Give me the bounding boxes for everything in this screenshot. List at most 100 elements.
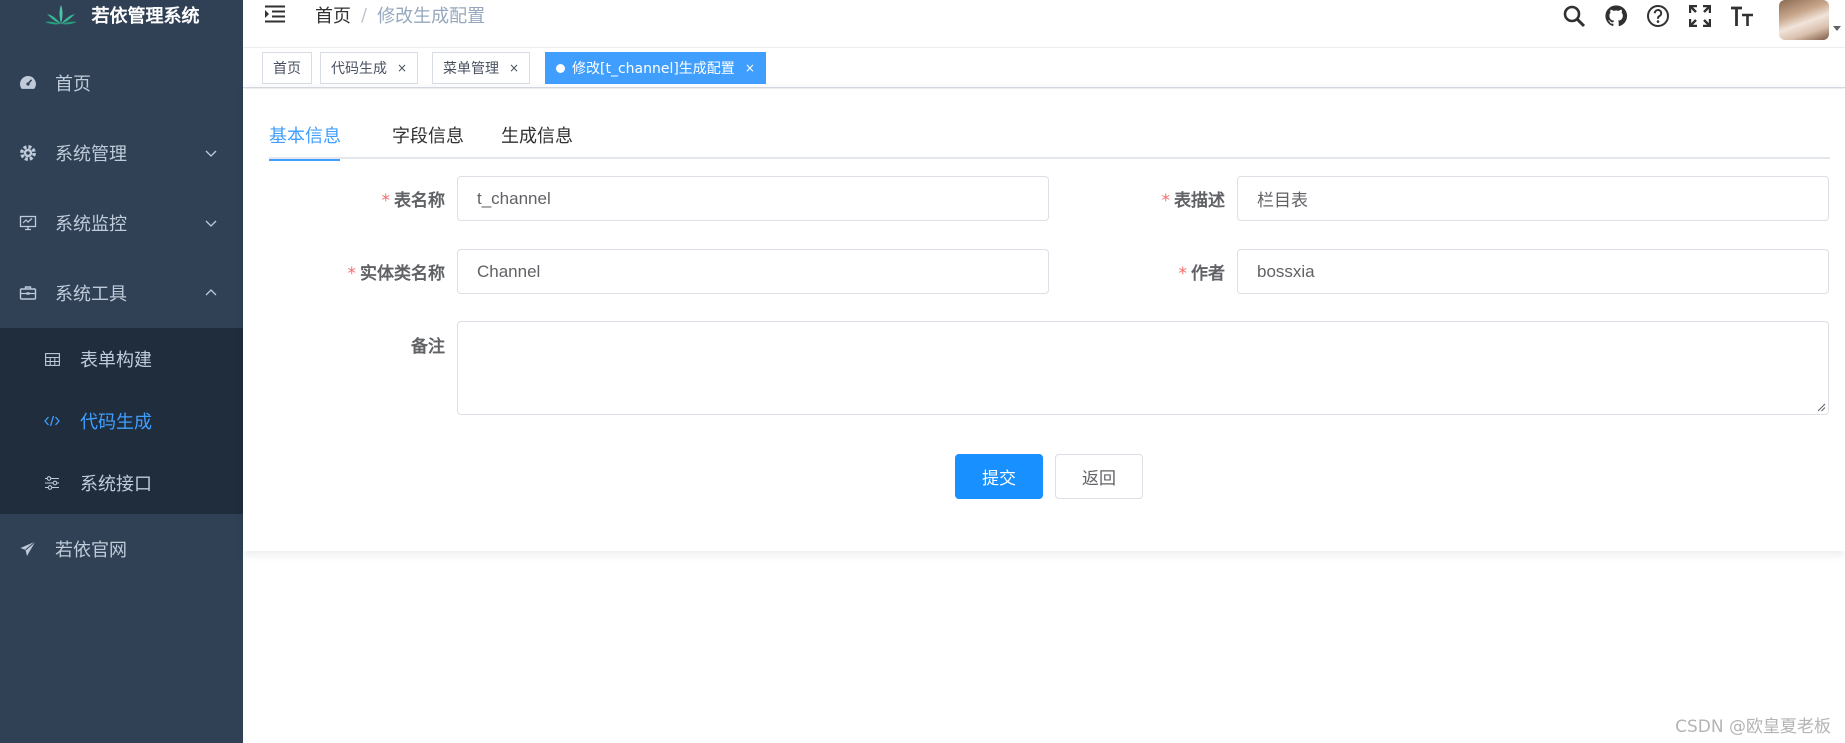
author-value: bossxia: [1257, 261, 1315, 281]
tag-edit-gen-config[interactable]: 修改[t_channel]生成配置 ×: [545, 52, 766, 84]
tag-label: 代码生成: [331, 61, 387, 77]
active-dot-icon: [556, 63, 565, 73]
hamburger-icon[interactable]: [264, 4, 286, 24]
sidebar-item-ruoyi-website[interactable]: 若依官网: [0, 514, 243, 584]
sidebar-item-code-generation[interactable]: 代码生成: [0, 390, 243, 452]
config-tabs: 基本信息 字段信息 生成信息: [269, 89, 1830, 161]
sidebar-item-home[interactable]: 首页: [0, 48, 243, 118]
ruoyi-logo-icon: [44, 4, 78, 26]
code-icon: [44, 413, 60, 429]
fullscreen-icon[interactable]: [1686, 2, 1714, 30]
sidebar-item-system-tools[interactable]: 系统工具: [0, 258, 243, 328]
chevron-down-icon: [205, 150, 217, 157]
class-name-value: Channel: [477, 261, 541, 281]
font-size-icon[interactable]: [1728, 2, 1756, 30]
sidebar-item-label: 系统监控: [55, 214, 127, 235]
remark-textarea[interactable]: [457, 321, 1829, 415]
sidebar-item-system-monitor[interactable]: 系统监控: [0, 188, 243, 258]
close-icon[interactable]: ×: [397, 61, 407, 75]
sidebar-logo[interactable]: 若依管理系统: [0, 0, 243, 30]
caret-down-icon: [1833, 26, 1841, 31]
table-icon: [44, 351, 60, 367]
sidebar: 若依管理系统 首页 系统管理 系统监控 系统工具 表单构建 代码生成 系统接口 …: [0, 0, 243, 743]
tag-code-generation[interactable]: 代码生成 ×: [320, 52, 419, 84]
remark-label-text: 备注: [411, 337, 445, 357]
tag-label: 首页: [273, 61, 301, 77]
gen-config-card: 基本信息 字段信息 生成信息 * 表名称 t_channel * 表描述 栏目表 *…: [243, 89, 1845, 551]
dashboard-icon: [18, 73, 38, 93]
tag-label: 修改[t_channel]生成配置: [572, 61, 735, 77]
sidebar-item-label: 代码生成: [80, 412, 152, 433]
class-name-label: * 实体类名称: [348, 259, 446, 284]
table-comment-value: 栏目表: [1257, 191, 1308, 210]
remark-label: 备注: [411, 332, 445, 357]
breadcrumb-home[interactable]: 首页: [315, 2, 351, 28]
tab-label: 生成信息: [501, 126, 573, 147]
table-comment-label-text: 表描述: [1174, 191, 1225, 211]
table-name-value: t_channel: [477, 188, 551, 208]
avatar[interactable]: [1779, 0, 1829, 40]
sidebar-item-system-api[interactable]: 系统接口: [0, 452, 243, 514]
tab-gen-info[interactable]: 生成信息: [501, 122, 573, 159]
sliders-icon: [44, 475, 60, 491]
author-label-text: 作者: [1191, 264, 1225, 284]
tags-view: 首页 代码生成 × 菜单管理 × 修改[t_channel]生成配置 ×: [243, 48, 1845, 88]
navbar: 首页 / 修改生成配置: [243, 0, 1845, 48]
tab-basic-info[interactable]: 基本信息: [269, 122, 341, 161]
required-mark: *: [1178, 264, 1188, 284]
table-name-label-text: 表名称: [394, 191, 445, 211]
sidebar-item-label: 首页: [55, 74, 91, 95]
chevron-up-icon: [205, 289, 217, 296]
required-mark: *: [347, 264, 357, 284]
tag-home[interactable]: 首页: [262, 52, 312, 84]
paper-plane-icon: [18, 539, 38, 559]
required-mark: *: [381, 191, 391, 211]
back-button[interactable]: 返回: [1055, 454, 1143, 499]
author-input[interactable]: bossxia: [1237, 249, 1829, 294]
class-name-input[interactable]: Channel: [457, 249, 1049, 294]
sidebar-item-label: 若依官网: [55, 540, 127, 561]
help-icon[interactable]: [1644, 2, 1672, 30]
breadcrumb-separator: /: [361, 4, 368, 26]
gear-icon: [18, 143, 38, 163]
user-avatar-dropdown[interactable]: [1771, 0, 1845, 48]
sidebar-menu: 首页 系统管理 系统监控 系统工具: [0, 48, 243, 328]
tab-active-indicator: [269, 159, 340, 161]
sidebar-item-label: 系统管理: [55, 144, 127, 165]
tab-label: 基本信息: [269, 126, 341, 147]
sidebar-item-label: 系统工具: [55, 284, 127, 305]
breadcrumb-current: 修改生成配置: [377, 6, 486, 27]
class-name-label-text: 实体类名称: [360, 264, 445, 284]
app-title: 若依管理系统: [91, 6, 200, 27]
navbar-right-menu: [1553, 0, 1845, 48]
table-comment-input[interactable]: 栏目表: [1237, 176, 1829, 221]
github-icon[interactable]: [1602, 2, 1630, 30]
sidebar-item-system-management[interactable]: 系统管理: [0, 118, 243, 188]
submit-button-label: 提交: [982, 469, 1016, 489]
sidebar-item-label: 表单构建: [80, 350, 152, 371]
chevron-down-icon: [205, 220, 217, 227]
close-icon[interactable]: ×: [509, 61, 519, 75]
sidebar-menu-bottom: 若依官网: [0, 514, 243, 584]
author-label: * 作者: [1179, 259, 1226, 284]
close-icon[interactable]: ×: [745, 61, 755, 75]
table-comment-label: * 表描述: [1162, 186, 1226, 211]
csdn-watermark: CSDN @欧皇夏老板: [1675, 717, 1831, 737]
sidebar-item-form-builder[interactable]: 表单构建: [0, 328, 243, 390]
table-name-label: * 表名称: [382, 186, 446, 211]
resize-handle-icon[interactable]: [1816, 402, 1826, 412]
breadcrumb: 首页 / 修改生成配置: [315, 2, 485, 28]
system-tools-submenu: 表单构建 代码生成 系统接口: [0, 328, 243, 514]
tag-menu-management[interactable]: 菜单管理 ×: [432, 52, 531, 84]
monitor-icon: [18, 213, 38, 233]
back-button-label: 返回: [1082, 469, 1116, 489]
table-name-input[interactable]: t_channel: [457, 176, 1049, 221]
tab-label: 字段信息: [392, 126, 464, 147]
tag-label: 菜单管理: [443, 61, 499, 77]
sidebar-item-label: 系统接口: [80, 474, 152, 495]
search-icon[interactable]: [1560, 2, 1588, 30]
submit-button[interactable]: 提交: [955, 454, 1043, 499]
toolbox-icon: [18, 283, 38, 303]
tab-column-info[interactable]: 字段信息: [392, 122, 464, 159]
required-mark: *: [1161, 191, 1171, 211]
